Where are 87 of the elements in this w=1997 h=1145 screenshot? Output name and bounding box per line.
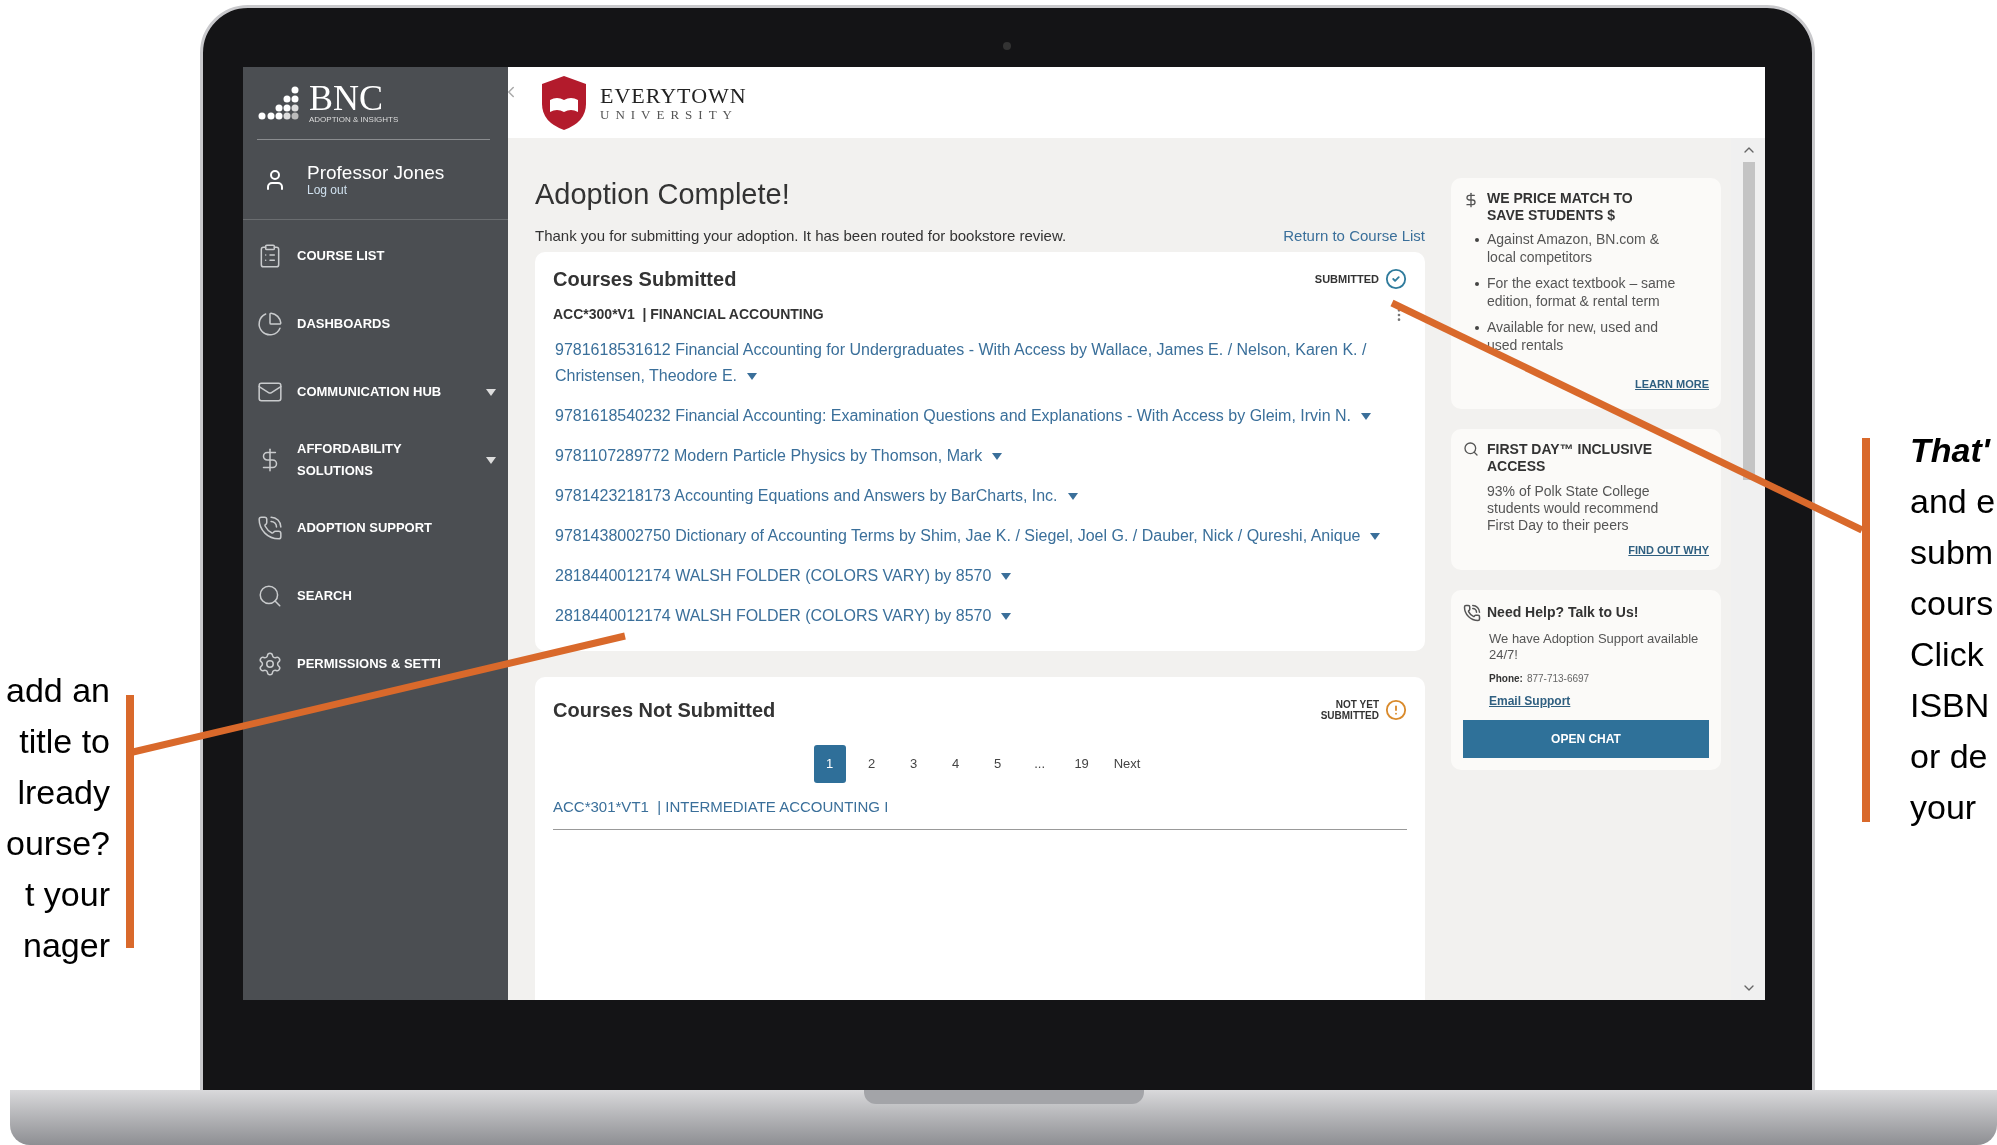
book-entry[interactable]: 9781438002750 Dictionary of Accounting Terms by Shim, Jae K. / Siegel, Joel G. / Dauber, Nick / Qureshi, Anique — [555, 523, 1407, 549]
search-icon — [257, 583, 283, 609]
school-name: EVERYTOWN — [600, 83, 747, 108]
caret-icon — [1001, 613, 1012, 621]
caret-icon — [1067, 493, 1078, 501]
settings-icon — [257, 651, 283, 677]
page-button[interactable]: 2 — [855, 745, 888, 783]
page-button[interactable]: ... — [1023, 745, 1056, 783]
bullet-icon — [1475, 282, 1479, 286]
card-title: Courses Not Submitted — [553, 698, 776, 723]
check-icon — [1385, 268, 1407, 290]
sidebar-nav-item[interactable]: PERMISSIONS & SETTI — [255, 630, 496, 698]
course-link[interactable]: ACC*301*VT1 | INTERMEDIATE ACCOUNTING I — [553, 798, 889, 815]
caret-icon — [1001, 573, 1012, 581]
book-entry[interactable]: 9781107289772 Modern Particle Physics by Thomson, Mark — [555, 443, 1407, 469]
sidebar-nav-item[interactable]: ADOPTION SUPPORT — [255, 494, 496, 562]
book-entry[interactable]: 2818440012174 WALSH FOLDER (COLORS VARY) by 8570 — [555, 603, 1407, 629]
note-text: ourse? — [6, 823, 110, 864]
open-chat-button[interactable]: OPEN CHAT — [1463, 720, 1709, 758]
sidebar-nav-item[interactable]: DASHBOARDS — [255, 290, 496, 358]
note-text: lready — [17, 772, 110, 813]
warning-icon — [1385, 699, 1407, 721]
dots-logo-icon — [257, 86, 301, 120]
page-button[interactable]: 4 — [939, 745, 972, 783]
course-code: ACC*300*V1 | FINANCIAL ACCOUNTING — [553, 305, 824, 324]
card-heading: WE PRICE MATCH TO SAVE STUDENTS $ — [1487, 190, 1634, 224]
card-body: We have Adoption Support available 24/7! — [1488, 631, 1700, 663]
book-entry[interactable]: 2818440012174 WALSH FOLDER (COLORS VARY) by 8570 — [555, 563, 1407, 589]
camera-icon — [1003, 42, 1011, 50]
note-text: Click — [1910, 634, 1984, 675]
note-text: add an — [6, 670, 110, 711]
brand-logo-text: BNC — [309, 81, 384, 115]
search-icon — [1463, 440, 1479, 457]
return-link[interactable]: Return to Course List — [1283, 224, 1425, 248]
sidebar-nav-item[interactable]: COMMUNICATION HUB — [255, 358, 496, 426]
card-title: Courses Submitted — [553, 267, 737, 292]
status-label: SUBMITTED — [1320, 710, 1379, 721]
bullet-icon — [1475, 326, 1479, 330]
sidebar-nav-item[interactable]: AFFORDABILITY SOLUTIONS — [255, 426, 496, 494]
book-entry[interactable]: 9781618531612 Financial Accounting for Undergraduates - With Access by Wallace, James E. / Nelson, Karen K. / Christensen, Theodore E. — [555, 337, 1407, 389]
confirmation-text: Thank you for submitting your adoption. It has been routed for bookstore review. — [535, 225, 1067, 246]
card-heading: Need Help? Talk to Us! — [1487, 603, 1639, 622]
phone-icon — [257, 515, 283, 541]
email-support-link[interactable]: Email Support — [1463, 692, 1709, 710]
learn-more-link[interactable]: LEARN MORE — [1635, 376, 1709, 393]
book-entry[interactable]: 9781618540232 Financial Accounting: Examination Questions and Explanations - With Access by Gleim, Irvin N. — [555, 403, 1407, 429]
brand-tagline: ADOPTION & INSIGHTS — [309, 115, 399, 125]
note-text: ISBN — [1910, 685, 1990, 726]
note-text: subm — [1910, 532, 1994, 573]
school-subtitle: UNIVERSITY — [600, 107, 739, 122]
logout-link[interactable]: Log out — [307, 184, 445, 197]
caret-icon — [1361, 413, 1371, 421]
phone-label: Phone: — [1489, 672, 1523, 686]
dollar-icon — [1463, 190, 1479, 210]
card-heading: FIRST DAY™ INCLUSIVE ACCESS — [1487, 440, 1654, 475]
note-text: nager — [23, 925, 110, 966]
scroll-thumb[interactable] — [1742, 162, 1755, 480]
caret-icon — [992, 453, 1003, 461]
status-label: SUBMITTED — [1314, 271, 1379, 287]
note-text: your — [1910, 787, 1977, 828]
bullet-icon — [1475, 238, 1479, 242]
page-button[interactable]: 3 — [897, 745, 930, 783]
note-text: cours — [1910, 583, 1994, 624]
caret-icon — [1370, 533, 1381, 541]
note-text: or de — [1910, 736, 1988, 777]
page-title: Adoption Complete! — [535, 177, 791, 212]
page-button[interactable]: 1 — [813, 745, 846, 783]
phone-icon — [1463, 603, 1481, 622]
status-label: NOT YET — [1335, 699, 1379, 710]
user-name: Professor Jones — [307, 162, 445, 184]
note-text: That' — [1910, 430, 1990, 471]
page-button[interactable]: Next — [1107, 745, 1147, 783]
book-entry[interactable]: 9781423218173 Accounting Equations and Answers by BarCharts, Inc. — [555, 483, 1407, 509]
caret-icon — [747, 373, 758, 381]
sidebar-nav-item[interactable]: COURSE LIST — [255, 222, 496, 290]
pie-chart-icon — [257, 311, 283, 337]
card-body: 93% of Polk State College students would recommend First Day to their peers — [1487, 482, 1660, 534]
page-button[interactable]: 19 — [1065, 745, 1098, 783]
bullet-text: For the exact textbook – same edition, format & rental term — [1487, 274, 1677, 310]
phone-number: 877-713-6697 — [1526, 672, 1590, 686]
page-button[interactable]: 5 — [981, 745, 1014, 783]
note-text: title to — [19, 721, 110, 762]
find-out-link[interactable]: FIND OUT WHY — [1628, 541, 1709, 558]
note-text: and e — [1910, 481, 1996, 522]
note-text: t your — [24, 874, 110, 915]
sidebar-nav-item[interactable]: SEARCH — [255, 562, 496, 630]
bullet-text: Against Amazon, BN.com & local competitors — [1487, 230, 1660, 266]
